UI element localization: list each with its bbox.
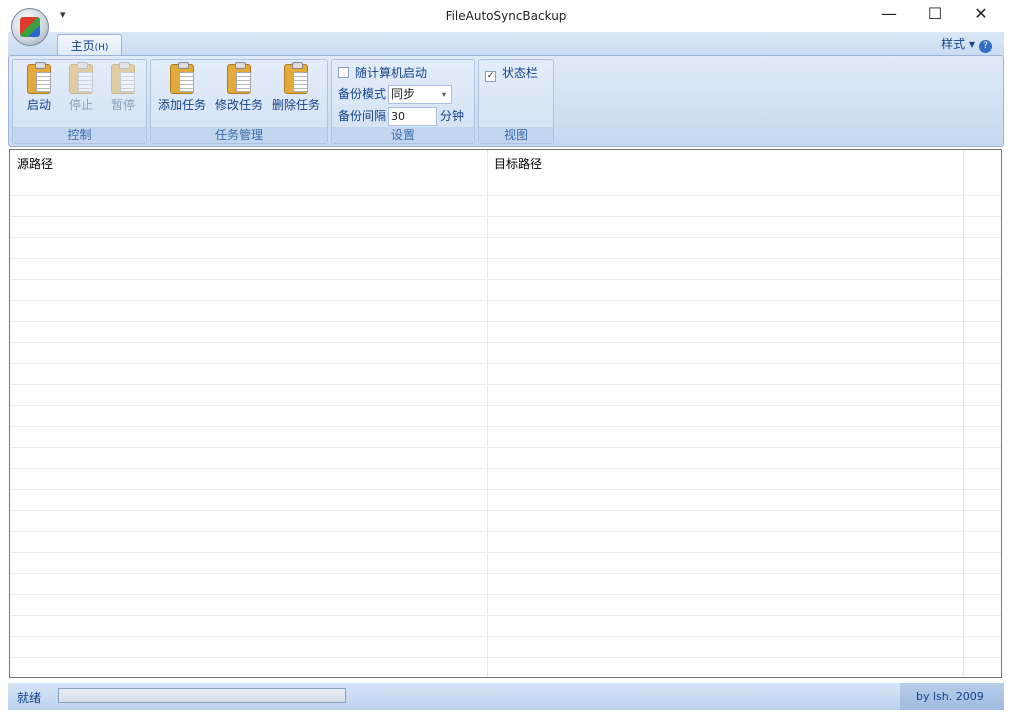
- group-settings-label: 设置: [332, 127, 474, 143]
- app-logo-icon: [20, 17, 40, 37]
- group-tasks: 添加任务 修改任务 删除任务 任务管理: [150, 59, 328, 144]
- delete-task-label: 删除任务: [271, 98, 320, 112]
- row-line: [10, 321, 1001, 322]
- pause-button[interactable]: 暂停: [103, 62, 143, 113]
- status-bar: 就绪 by lsh. 2009: [8, 683, 1004, 710]
- maximize-button[interactable]: ☐: [912, 4, 958, 23]
- clipboard-icon: [69, 62, 93, 94]
- clipboard-icon: [227, 62, 251, 94]
- column-header-source[interactable]: 源路径: [17, 155, 53, 172]
- start-button[interactable]: 启动: [19, 62, 59, 113]
- start-label: 启动: [26, 98, 51, 112]
- ribbon: 启动 停止 暂停 控制 添加任务 修改任务 删除任务 任务管理 随计算机启动 备…: [8, 55, 1004, 147]
- row-line: [10, 300, 1001, 301]
- tab-home-label: 主页: [70, 39, 95, 53]
- row-line: [10, 237, 1001, 238]
- row-line: [10, 405, 1001, 406]
- backup-mode-label: 备份模式: [338, 87, 387, 101]
- row-line: [10, 384, 1001, 385]
- checkbox-checked-icon: ✓: [485, 71, 496, 82]
- column-header-target[interactable]: 目标路径: [494, 155, 542, 172]
- clipboard-icon: [170, 62, 194, 94]
- credit-text: by lsh. 2009: [900, 683, 1004, 710]
- row-line: [10, 195, 1001, 196]
- progress-bar: [58, 688, 346, 703]
- stop-button[interactable]: 停止: [61, 62, 101, 113]
- quick-access-dropdown[interactable]: ▾: [60, 8, 66, 21]
- table-header: 源路径 目标路径: [10, 150, 1001, 174]
- backup-interval-input[interactable]: 30: [388, 107, 438, 126]
- checkbox-unchecked-icon: [338, 67, 349, 78]
- row-line: [10, 657, 1001, 658]
- backup-mode-value: 同步: [391, 87, 416, 101]
- group-view-label: 视图: [479, 127, 553, 143]
- row-line: [10, 342, 1001, 343]
- group-control-label: 控制: [13, 127, 146, 143]
- row-line: [10, 216, 1001, 217]
- backup-interval-label: 备份间隔: [338, 109, 387, 123]
- clipboard-icon: [284, 62, 308, 94]
- group-tasks-label: 任务管理: [151, 127, 327, 143]
- row-line: [10, 363, 1001, 364]
- interval-unit-label: 分钟: [440, 109, 465, 123]
- task-table[interactable]: 源路径 目标路径: [9, 149, 1002, 678]
- row-line: [10, 594, 1001, 595]
- tab-home-key: (H): [94, 43, 109, 53]
- style-menu[interactable]: 样式 ▾?: [941, 35, 992, 53]
- statusbar-label: 状态栏: [502, 66, 539, 80]
- row-line: [10, 258, 1001, 259]
- delete-task-button[interactable]: 删除任务: [268, 62, 324, 113]
- minimize-button[interactable]: —: [866, 4, 912, 23]
- row-line: [10, 279, 1001, 280]
- title-bar: FileAutoSyncBackup ▾ — ☐ ✕: [0, 0, 1012, 32]
- chevron-down-icon: ▾: [442, 90, 447, 99]
- row-line: [10, 468, 1001, 469]
- edit-task-button[interactable]: 修改任务: [211, 62, 267, 113]
- backup-mode-select[interactable]: 同步 ▾: [388, 85, 453, 104]
- edit-task-label: 修改任务: [214, 98, 263, 112]
- column-divider: [487, 150, 488, 677]
- clipboard-icon: [27, 62, 51, 94]
- statusbar-checkbox[interactable]: ✓ 状态栏: [485, 64, 538, 82]
- close-button[interactable]: ✕: [958, 4, 1004, 23]
- row-line: [10, 447, 1001, 448]
- application-menu-button[interactable]: [11, 8, 49, 46]
- style-menu-label: 样式 ▾: [941, 37, 975, 51]
- row-line: [10, 531, 1001, 532]
- ribbon-tab-bar: 主页(H) 样式 ▾?: [8, 32, 1004, 57]
- autostart-checkbox[interactable]: 随计算机启动: [338, 64, 427, 81]
- status-text: 就绪: [17, 691, 42, 705]
- row-line: [10, 615, 1001, 616]
- stop-label: 停止: [68, 98, 93, 112]
- autostart-label: 随计算机启动: [355, 66, 428, 80]
- add-task-button[interactable]: 添加任务: [154, 62, 210, 113]
- help-icon[interactable]: ?: [979, 40, 992, 53]
- row-line: [10, 489, 1001, 490]
- group-settings: 随计算机启动 备份模式 同步 ▾ 备份间隔 30 分钟 设置: [331, 59, 475, 144]
- clipboard-icon: [111, 62, 135, 94]
- tab-home[interactable]: 主页(H): [57, 34, 122, 57]
- group-view: ✓ 状态栏 视图: [478, 59, 554, 144]
- add-task-label: 添加任务: [157, 98, 206, 112]
- row-line: [10, 552, 1001, 553]
- group-control: 启动 停止 暂停 控制: [12, 59, 147, 144]
- row-line: [10, 510, 1001, 511]
- row-line: [10, 636, 1001, 637]
- row-line: [10, 426, 1001, 427]
- pause-label: 暂停: [110, 98, 135, 112]
- column-divider: [963, 150, 964, 677]
- row-line: [10, 573, 1001, 574]
- window-title: FileAutoSyncBackup: [445, 9, 567, 23]
